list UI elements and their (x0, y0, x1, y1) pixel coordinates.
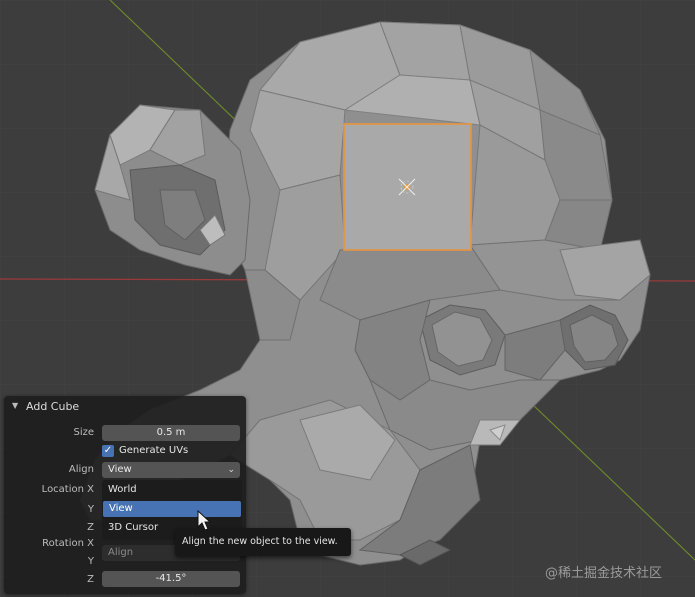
checkmark-icon: ✓ (102, 445, 114, 457)
rotation-y-label: Y (87, 556, 94, 567)
collapse-caret-icon[interactable]: ▼ (12, 401, 18, 410)
panel-title: Add Cube (26, 400, 80, 413)
size-label: Size (73, 427, 94, 438)
align-label: Align (68, 464, 94, 475)
align-select[interactable]: View ⌄ (102, 462, 240, 478)
location-y-label: Y (87, 504, 94, 515)
generate-uvs-label: Generate UVs (119, 445, 189, 456)
align-option-world[interactable]: World (102, 482, 240, 498)
watermark: @稀土掘金技术社区 (545, 566, 663, 581)
align-select-value: View (108, 464, 132, 475)
rotation-z-label: Z (87, 574, 94, 585)
align-option-view[interactable]: View (103, 501, 241, 517)
rotation-x-label: Rotation X (42, 538, 94, 549)
tooltip: Align the new object to the view. (175, 528, 351, 556)
location-x-label: Location X (41, 484, 94, 495)
mouse-cursor-icon (197, 510, 211, 531)
add-cube-operator-panel: ▼ Add Cube Size 0.5 m ✓ Generate UVs Ali… (4, 396, 246, 594)
size-field[interactable]: 0.5 m (102, 425, 240, 441)
panel-header[interactable]: ▼ Add Cube (4, 396, 246, 418)
location-z-label: Z (87, 522, 94, 533)
rotation-z-field[interactable]: -41.5° (102, 571, 240, 587)
chevron-down-icon: ⌄ (227, 465, 235, 475)
